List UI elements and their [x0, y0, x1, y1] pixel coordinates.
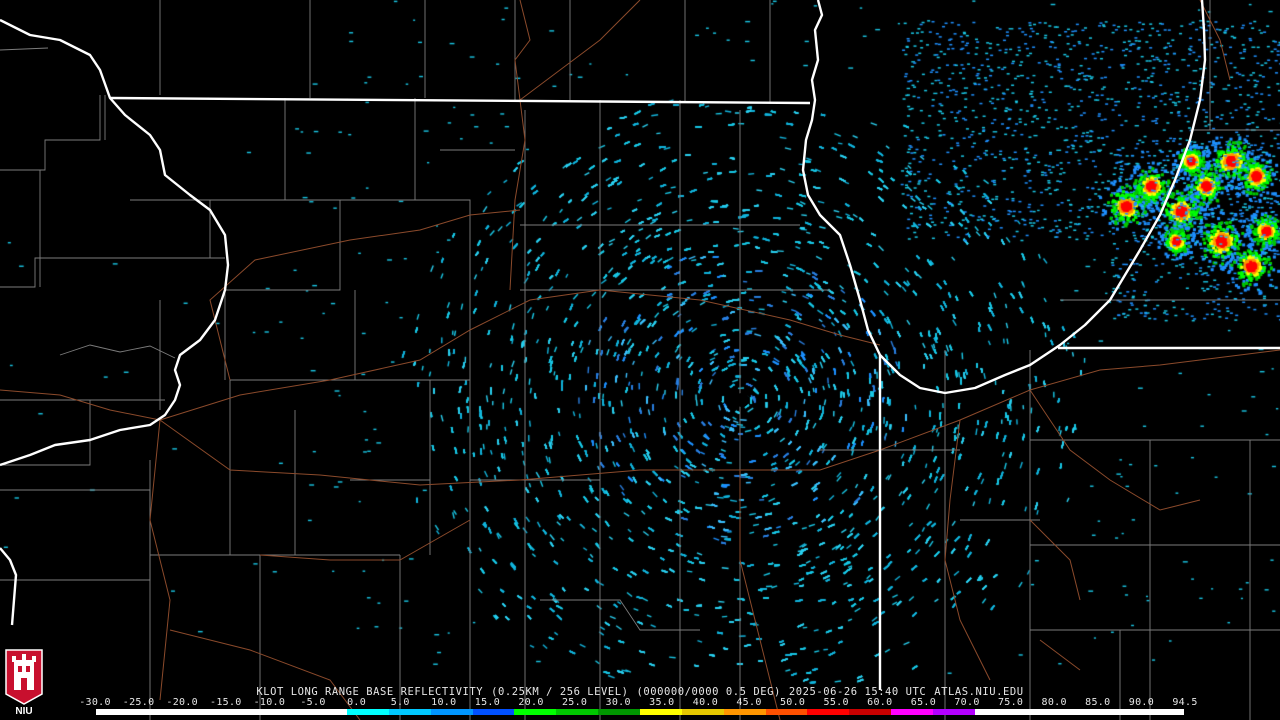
state-borders	[0, 0, 1280, 690]
scale-color-step	[974, 709, 1017, 715]
scale-color-step	[305, 709, 348, 715]
scale-color-step	[430, 709, 473, 715]
scale-label: 35.0	[649, 697, 675, 708]
scale-label: -5.0	[300, 697, 326, 708]
reflectivity-color-scale	[96, 709, 1184, 715]
scale-label: 80.0	[1041, 697, 1067, 708]
scale-label: -10.0	[253, 697, 286, 708]
reflectivity-scale-labels: -30.0 -25.0 -20.0 -15.0 -10.0 -5.0 0.0 5.0 10.0 1…	[79, 697, 1205, 708]
geographic-boundaries	[0, 0, 1280, 720]
scale-color-step	[96, 709, 138, 715]
scale-label: 40.0	[692, 697, 719, 708]
highways	[0, 0, 1280, 720]
niu-castle-icon: NIU	[3, 646, 45, 716]
radar-site-marker	[735, 393, 749, 407]
scale-label: 0.0	[347, 697, 367, 708]
scale-color-step	[1100, 709, 1143, 715]
logo-text: NIU	[15, 706, 32, 716]
scale-color-step	[891, 709, 933, 715]
scale-color-step	[556, 709, 599, 715]
scale-label: 55.0	[823, 697, 849, 708]
scale-color-step	[723, 709, 766, 715]
scale-color-step	[514, 709, 557, 715]
scale-color-step	[765, 709, 808, 715]
scale-color-step	[598, 709, 640, 715]
scale-color-step	[472, 709, 515, 715]
scale-label: 25.0	[561, 697, 588, 708]
scale-label: 85.0	[1085, 697, 1111, 708]
scale-label: 70.0	[954, 697, 980, 708]
scale-color-step	[849, 709, 892, 715]
scale-label: 60.0	[867, 697, 893, 708]
scale-color-step	[932, 709, 975, 715]
scale-label: 75.0	[997, 697, 1024, 708]
county-borders	[0, 0, 1280, 720]
scale-color-step	[263, 709, 306, 715]
scale-label: 20.0	[518, 697, 544, 708]
scale-label: -15.0	[209, 697, 242, 708]
scale-color-step	[221, 709, 264, 715]
scale-label: 5.0	[390, 697, 410, 708]
scale-label: 65.0	[910, 697, 937, 708]
scale-label: 15.0	[474, 697, 501, 708]
scale-label: 94.5	[1172, 697, 1198, 708]
scale-label: -25.0	[122, 697, 155, 708]
scale-color-step	[137, 709, 180, 715]
scale-label: -20.0	[166, 697, 198, 708]
scale-color-step	[1142, 709, 1184, 715]
scale-color-step	[681, 709, 724, 715]
timestamp: 2025-06-26 15:40 UTC	[788, 686, 927, 698]
scale-color-step	[1058, 709, 1101, 715]
radar-viewer: { "header": { "station": "KLOT LONG RANG…	[0, 0, 1280, 720]
scale-color-step	[1016, 709, 1059, 715]
scale-label: -30.0	[79, 697, 111, 708]
scale-color-step	[347, 709, 389, 715]
scale-color-step	[639, 709, 682, 715]
scale-color-step	[179, 709, 222, 715]
scale-label: 90.0	[1128, 697, 1155, 708]
scale-color-step	[807, 709, 850, 715]
scale-label: 50.0	[779, 697, 806, 708]
scale-label: 30.0	[605, 697, 631, 708]
scale-label: 10.0	[431, 697, 457, 708]
scale-color-step	[388, 709, 431, 715]
scale-label: 45.0	[736, 697, 762, 708]
